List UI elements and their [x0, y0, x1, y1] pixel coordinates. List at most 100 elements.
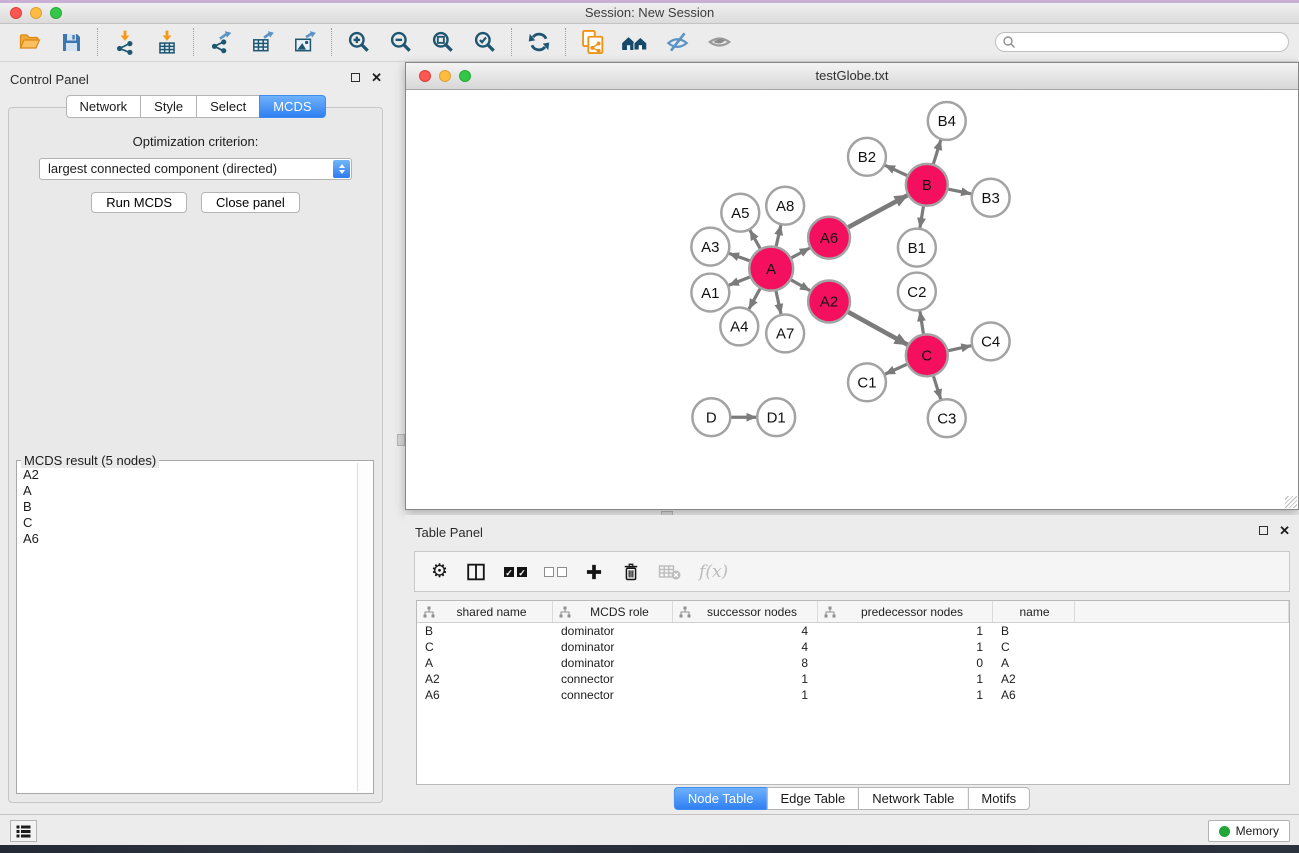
graph-edge-C-C4[interactable] — [948, 346, 971, 351]
mcds-result-item[interactable]: A2 — [19, 467, 356, 483]
table-cell: A — [417, 656, 553, 670]
import-table-button[interactable] — [146, 26, 188, 58]
tab-node-table[interactable]: Node Table — [674, 787, 768, 810]
delete-column-button[interactable] — [621, 561, 641, 583]
graph-node-label-A6: A6 — [820, 230, 838, 247]
table-row[interactable]: Cdominator41C — [417, 639, 1289, 655]
column-header-shared-name[interactable]: shared name — [417, 601, 553, 622]
table-row[interactable]: Bdominator41B — [417, 623, 1289, 639]
zoom-out-button[interactable] — [380, 26, 422, 58]
resize-grip[interactable] — [1285, 496, 1297, 508]
search-input[interactable] — [1016, 34, 1270, 50]
network-from-selection-button[interactable] — [572, 26, 614, 58]
graph-node-label-B3: B3 — [982, 190, 1000, 207]
add-column-button[interactable] — [584, 562, 604, 582]
graph-edge-C-C1[interactable] — [885, 364, 907, 374]
table-row[interactable]: A2connector11A2 — [417, 671, 1289, 687]
scrollbar-track[interactable] — [357, 463, 371, 791]
zoom-in-icon — [346, 29, 372, 55]
graph-edge-C-C2[interactable] — [920, 311, 923, 333]
search-field[interactable] — [995, 32, 1289, 52]
graph-edge-B-B1[interactable] — [920, 206, 923, 227]
graph-node-label-B1: B1 — [908, 240, 926, 257]
deselect-all-columns-button[interactable] — [544, 567, 567, 577]
network-canvas[interactable]: AA1A2A3A4A5A6A7A8BB1B2B3B4CC1C2C3C4DD1 — [406, 90, 1298, 509]
save-session-button[interactable] — [50, 26, 92, 58]
column-header-name[interactable]: name — [993, 601, 1075, 622]
show-all-button[interactable] — [698, 26, 740, 58]
eye-icon — [706, 29, 733, 55]
zoom-selected-button[interactable] — [464, 26, 506, 58]
close-panel-icon[interactable]: ✕ — [1279, 526, 1290, 535]
tab-motifs[interactable]: Motifs — [967, 787, 1030, 810]
minimize-network-window-button[interactable] — [439, 70, 451, 82]
refresh-button[interactable] — [518, 26, 560, 58]
export-image-button[interactable] — [284, 26, 326, 58]
graph-edge-B-B2[interactable] — [885, 165, 907, 175]
org-chart-icon — [824, 606, 836, 618]
close-network-window-button[interactable] — [419, 70, 431, 82]
table-settings-button[interactable]: ⚙ — [431, 562, 448, 581]
export-table-button[interactable] — [242, 26, 284, 58]
graph-edge-A6-B[interactable] — [848, 195, 907, 227]
graph-edge-A-A1[interactable] — [729, 277, 750, 285]
delete-table-icon — [658, 562, 682, 582]
graph-edge-A-A5[interactable] — [750, 230, 760, 248]
mcds-result-item[interactable]: B — [19, 499, 356, 515]
vertical-divider-handle[interactable] — [397, 434, 405, 446]
tab-network-table[interactable]: Network Table — [858, 787, 968, 810]
tab-select[interactable]: Select — [196, 95, 260, 118]
graph-node-label-A: A — [766, 261, 776, 278]
open-session-button[interactable] — [8, 26, 50, 58]
select-all-columns-button[interactable]: ✓ ✓ — [504, 567, 527, 577]
table-cell: A2 — [417, 672, 553, 686]
column-layout-button[interactable] — [465, 561, 487, 583]
graph-edge-A-A7[interactable] — [776, 291, 781, 314]
table-row[interactable]: Adominator80A — [417, 655, 1289, 671]
minimize-window-button[interactable] — [30, 7, 42, 19]
close-panel-icon[interactable]: ✕ — [371, 73, 382, 82]
tab-network[interactable]: Network — [65, 95, 141, 118]
close-window-button[interactable] — [10, 7, 22, 19]
mcds-result-item[interactable]: A — [19, 483, 356, 499]
first-neighbors-button[interactable] — [614, 26, 656, 58]
import-network-button[interactable] — [104, 26, 146, 58]
maximize-window-button[interactable] — [50, 7, 62, 19]
graph-edge-A-A2[interactable] — [791, 280, 810, 291]
maximize-network-window-button[interactable] — [459, 70, 471, 82]
graph-edge-A-A8[interactable] — [776, 225, 781, 246]
open-folder-icon — [16, 30, 43, 54]
graph-edge-A2-C[interactable] — [848, 312, 907, 345]
graph-edge-C-C3[interactable] — [934, 376, 941, 399]
mcds-result-item[interactable]: A6 — [19, 531, 356, 547]
graph-edge-B-B4[interactable] — [933, 140, 940, 164]
hide-selected-button[interactable] — [656, 26, 698, 58]
column-header-successor-nodes[interactable]: successor nodes — [673, 601, 818, 622]
dropdown-stepper-icon — [333, 160, 350, 178]
mcds-result-item[interactable]: C — [19, 515, 356, 531]
export-network-button[interactable] — [200, 26, 242, 58]
criterion-dropdown[interactable]: largest connected component (directed) — [39, 158, 352, 180]
zoom-fit-icon — [430, 29, 456, 55]
network-graph: AA1A2A3A4A5A6A7A8BB1B2B3B4CC1C2C3C4DD1 — [406, 90, 1298, 509]
close-panel-button[interactable]: Close panel — [201, 192, 300, 213]
graph-edge-A-A6[interactable] — [791, 248, 809, 258]
float-panel-icon[interactable] — [1259, 526, 1268, 535]
tab-style[interactable]: Style — [140, 95, 197, 118]
tab-edge-table[interactable]: Edge Table — [766, 787, 859, 810]
float-panel-icon[interactable] — [351, 73, 360, 82]
memory-button[interactable]: Memory — [1208, 820, 1290, 842]
graph-edge-A-A4[interactable] — [749, 289, 760, 309]
table-panel-title: Table Panel — [415, 525, 483, 540]
table-row[interactable]: A6connector11A6 — [417, 687, 1289, 703]
zoom-fit-button[interactable] — [422, 26, 464, 58]
graph-edge-B-B3[interactable] — [948, 189, 971, 194]
column-header-predecessor-nodes[interactable]: predecessor nodes — [818, 601, 993, 622]
graph-edge-A-A3[interactable] — [729, 253, 750, 260]
toolbar-separator — [565, 28, 567, 56]
zoom-in-button[interactable] — [338, 26, 380, 58]
tab-mcds[interactable]: MCDS — [259, 95, 325, 118]
run-mcds-button[interactable]: Run MCDS — [91, 192, 187, 213]
column-header-mcds-role[interactable]: MCDS role — [553, 601, 673, 622]
task-history-button[interactable] — [10, 820, 37, 842]
